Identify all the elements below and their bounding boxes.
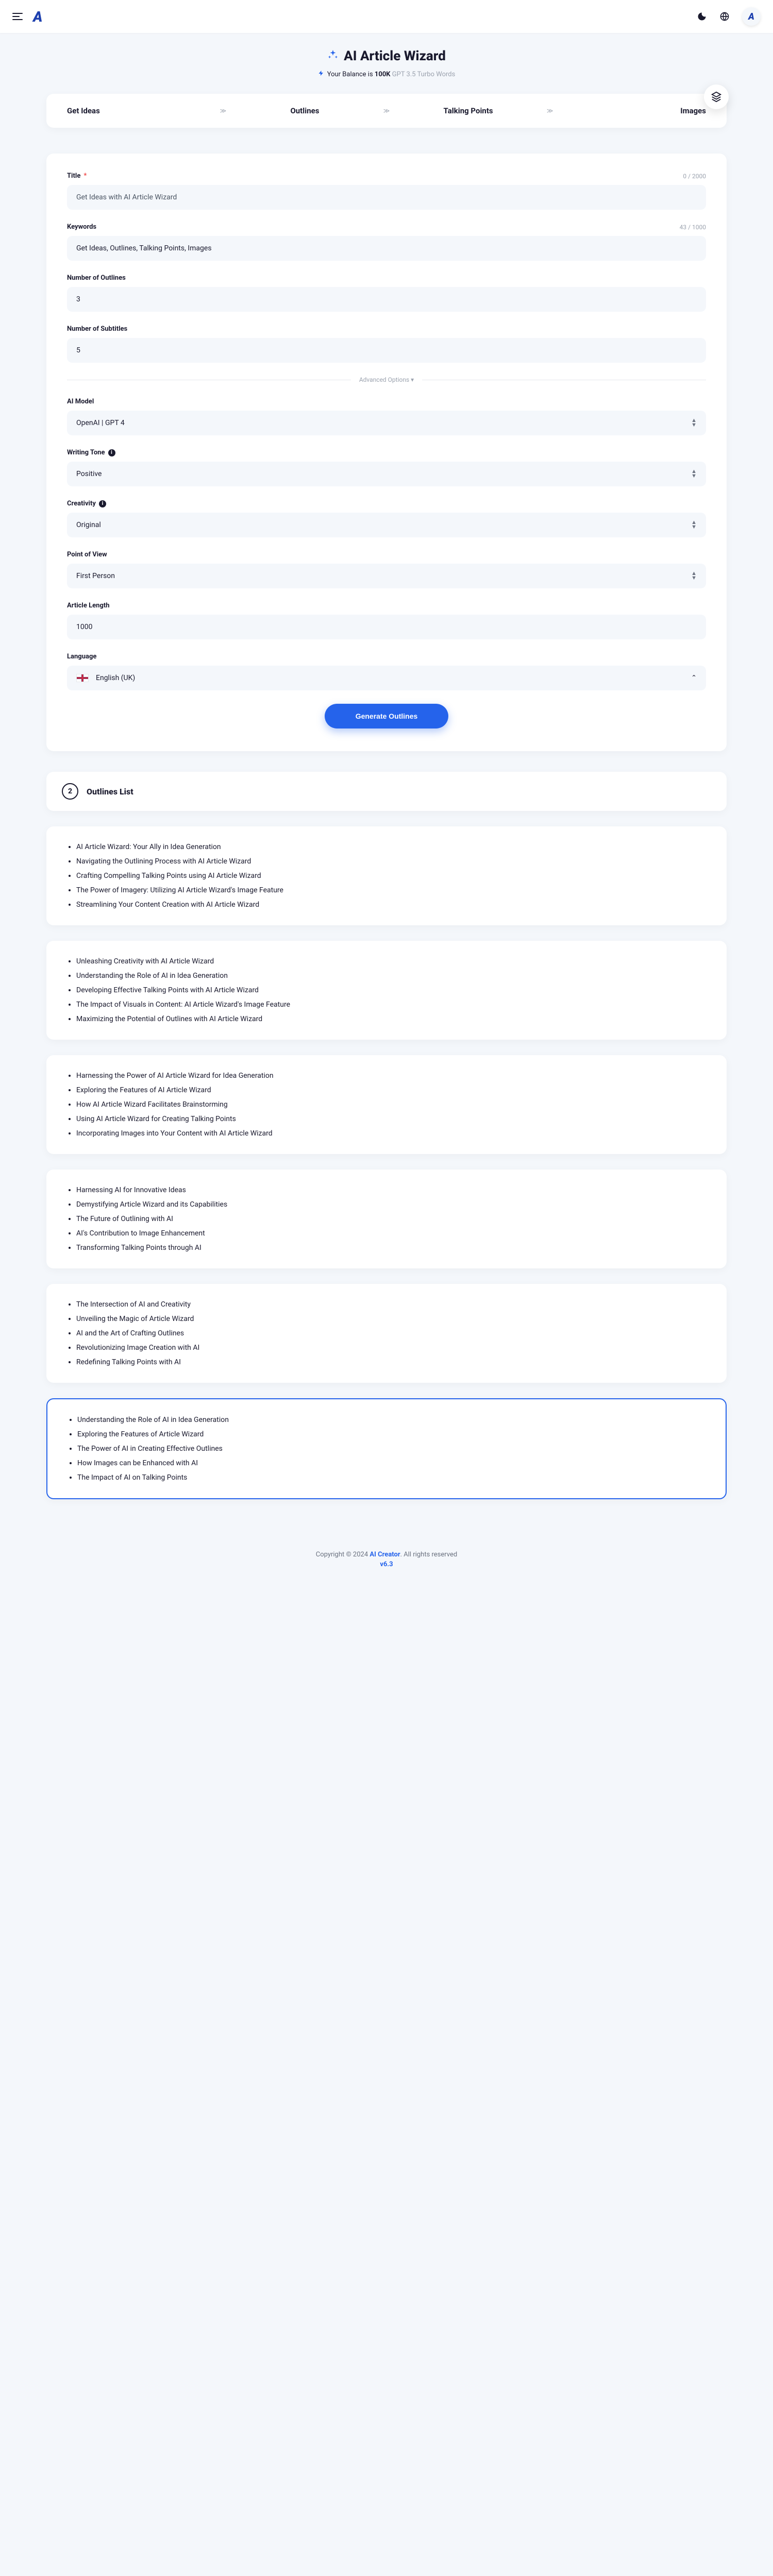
outline-item: Harnessing AI for Innovative Ideas (76, 1183, 708, 1197)
generate-outlines-button[interactable]: Generate Outlines (325, 704, 449, 728)
chevron-right-icon: ≫ (543, 107, 558, 114)
step-talking-points[interactable]: Talking Points (394, 106, 543, 115)
outline-item: Exploring the Features of Article Wizard (77, 1427, 707, 1442)
outline-card[interactable]: AI Article Wizard: Your Ally in Idea Gen… (46, 826, 727, 925)
globe-icon[interactable] (719, 11, 730, 22)
outline-item: How Images can be Enhanced with AI (77, 1456, 707, 1470)
outline-item: Using AI Article Wizard for Creating Tal… (76, 1112, 708, 1126)
tone-label: Writing Tone i (67, 449, 706, 456)
title-label: Title * (67, 172, 87, 180)
keywords-counter: 43 / 1000 (680, 224, 706, 231)
outline-item: AI's Contribution to Image Enhancement (76, 1226, 708, 1241)
outline-item: Demystifying Article Wizard and its Capa… (76, 1197, 708, 1212)
logo[interactable]: A (33, 8, 43, 25)
menu-icon[interactable] (12, 13, 23, 20)
outline-card[interactable]: The Intersection of AI and CreativityUnv… (46, 1284, 727, 1383)
outlines-count-input[interactable] (67, 287, 706, 312)
outline-item: Streamlining Your Content Creation with … (76, 897, 708, 912)
model-select[interactable]: OpenAI | GPT 4 (67, 411, 706, 435)
pov-label: Point of View (67, 551, 706, 558)
creativity-label: Creativity i (67, 500, 706, 507)
creativity-select[interactable]: Original (67, 513, 706, 537)
outlines-section-header: 2 Outlines List (46, 772, 727, 811)
outline-item: Crafting Compelling Talking Points using… (76, 869, 708, 883)
stack-badge-icon[interactable] (704, 84, 729, 109)
length-label: Article Length (67, 602, 706, 609)
sparkle-icon (327, 48, 339, 64)
model-label: AI Model (67, 398, 706, 405)
chevron-right-icon: ≫ (379, 107, 394, 114)
title-input[interactable] (67, 185, 706, 210)
outline-item: Unleashing Creativity with AI Article Wi… (76, 954, 708, 969)
info-icon[interactable]: i (108, 449, 115, 456)
outline-item: How AI Article Wizard Facilitates Brains… (76, 1097, 708, 1112)
subtitles-count-label: Number of Subtitles (67, 325, 706, 333)
outline-item: The Power of Imagery: Utilizing AI Artic… (76, 883, 708, 897)
length-input[interactable] (67, 615, 706, 639)
balance-text: Your Balance is 100K GPT 3.5 Turbo Words (46, 70, 727, 78)
uk-flag-icon (76, 674, 89, 682)
outline-item: Unveiling the Magic of Article Wizard (76, 1312, 708, 1326)
language-select[interactable]: English (UK) (67, 666, 706, 690)
title-counter: 0 / 2000 (683, 173, 706, 180)
footer: Copyright © 2024 AI Creator. All rights … (0, 1530, 773, 1579)
outline-item: Exploring the Features of AI Article Wiz… (76, 1083, 708, 1097)
outline-item: The Future of Outlining with AI (76, 1212, 708, 1226)
avatar[interactable]: A (742, 7, 761, 26)
advanced-options-toggle[interactable]: Advanced Options ▾ (67, 376, 706, 383)
outline-item: Transforming Talking Points through AI (76, 1241, 708, 1255)
step-images[interactable]: Images (557, 106, 706, 115)
language-label: Language (67, 653, 706, 660)
outline-card[interactable]: Unleashing Creativity with AI Article Wi… (46, 941, 727, 1040)
pov-select[interactable]: First Person (67, 564, 706, 588)
dark-mode-icon[interactable] (697, 11, 707, 22)
step-number-badge: 2 (62, 783, 78, 800)
outline-item: AI Article Wizard: Your Ally in Idea Gen… (76, 840, 708, 854)
outlines-section-title: Outlines List (87, 787, 133, 796)
subtitles-count-input[interactable] (67, 338, 706, 363)
wizard-steps: Get Ideas ≫ Outlines ≫ Talking Points ≫ … (46, 94, 727, 128)
info-icon[interactable]: i (99, 500, 106, 507)
outline-item: Understanding the Role of AI in Idea Gen… (76, 969, 708, 983)
outline-item: Navigating the Outlining Process with AI… (76, 854, 708, 869)
outline-item: AI and the Art of Crafting Outlines (76, 1326, 708, 1341)
outline-card[interactable]: Harnessing AI for Innovative IdeasDemyst… (46, 1170, 727, 1268)
form-panel: Title * 0 / 2000 Keywords 43 / 1000 Numb… (46, 154, 727, 751)
outline-item: The Power of AI in Creating Effective Ou… (77, 1442, 707, 1456)
step-get-ideas[interactable]: Get Ideas (67, 106, 216, 115)
outline-item: Revolutionizing Image Creation with AI (76, 1341, 708, 1355)
outlines-count-label: Number of Outlines (67, 274, 706, 282)
outline-item: The Impact of AI on Talking Points (77, 1470, 707, 1485)
tone-select[interactable]: Positive (67, 462, 706, 486)
topbar: A A (0, 0, 773, 33)
outline-item: The Impact of Visuals in Content: AI Art… (76, 997, 708, 1012)
step-outlines[interactable]: Outlines (230, 106, 379, 115)
outline-card[interactable]: Understanding the Role of AI in Idea Gen… (46, 1398, 727, 1499)
outline-item: Incorporating Images into Your Content w… (76, 1126, 708, 1141)
outline-card[interactable]: Harnessing the Power of AI Article Wizar… (46, 1055, 727, 1154)
keywords-input[interactable] (67, 236, 706, 261)
outline-item: Maximizing the Potential of Outlines wit… (76, 1012, 708, 1026)
outline-item: The Intersection of AI and Creativity (76, 1297, 708, 1312)
bolt-icon (318, 70, 324, 78)
keywords-label: Keywords (67, 223, 96, 231)
outline-item: Developing Effective Talking Points with… (76, 983, 708, 997)
outline-item: Understanding the Role of AI in Idea Gen… (77, 1413, 707, 1427)
outline-item: Harnessing the Power of AI Article Wizar… (76, 1069, 708, 1083)
outline-item: Redefining Talking Points with AI (76, 1355, 708, 1369)
chevron-right-icon: ≫ (216, 107, 231, 114)
page-title: AI Article Wizard (46, 48, 727, 64)
